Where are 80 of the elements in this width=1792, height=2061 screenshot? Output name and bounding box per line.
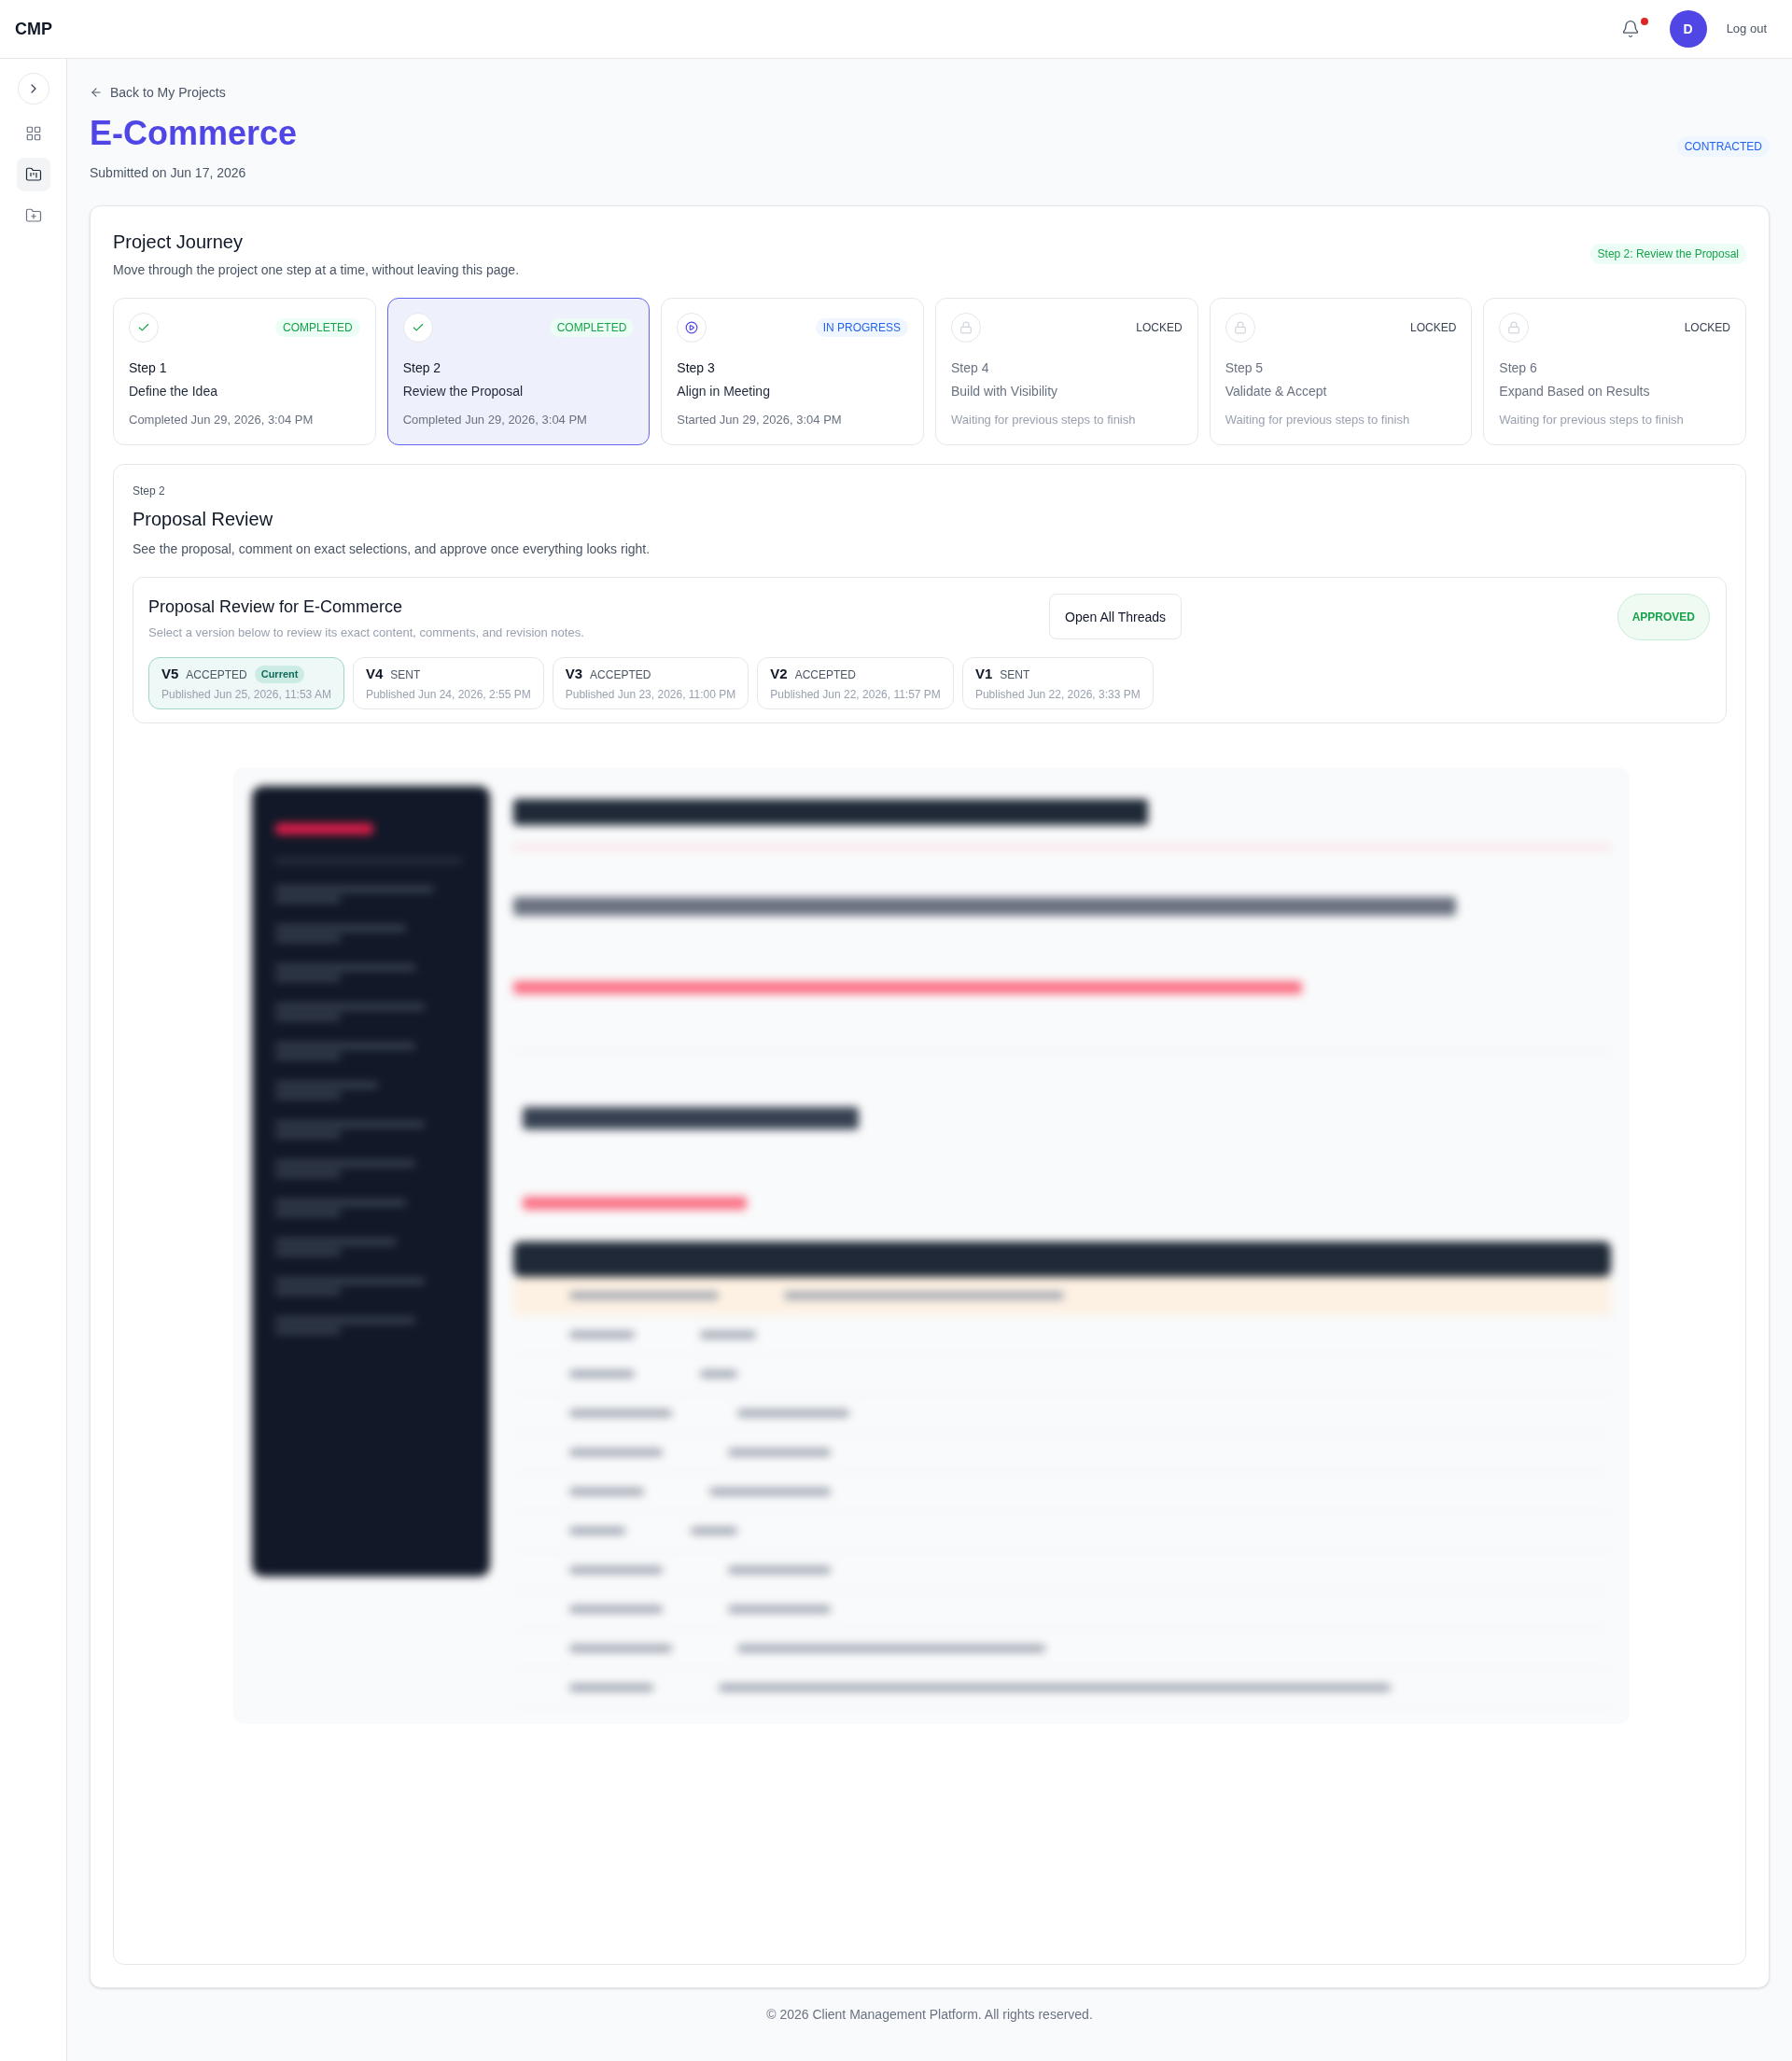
review-subtitle: Select a version below to review its exact content, comments, and revision notes.	[148, 624, 584, 641]
journey-subtitle: Move through the project one step at a time, without leaving this page.	[113, 261, 520, 279]
step-card[interactable]: COMPLETED Step 1 Define the Idea Completed Jun 29, 2026, 3:04 PM	[113, 298, 376, 445]
step-name: Align in Meeting	[677, 383, 770, 400]
status-text: LOCKED	[1136, 320, 1183, 336]
step-number: Step 3	[677, 359, 715, 377]
step-card[interactable]: LOCKED Step 5 Validate & Accept Waiting for previous steps to finish	[1209, 298, 1473, 445]
step-name: Define the Idea	[129, 383, 217, 400]
step-name: Validate & Accept	[1225, 383, 1327, 400]
version-chip[interactable]: V5 ACCEPTED Current Published Jun 25, 2026, 11:53 AM	[148, 656, 344, 709]
lock-icon	[951, 313, 981, 343]
logout-link[interactable]: Log out	[1726, 20, 1767, 38]
version-chip[interactable]: V4 SENT Published Jun 24, 2026, 2:55 PM	[352, 656, 544, 709]
status-text: LOCKED	[1409, 320, 1457, 336]
check-icon	[402, 313, 433, 343]
published-date: Published Jun 24, 2026, 2:55 PM	[365, 686, 531, 702]
lock-icon	[1499, 313, 1530, 343]
step-number: Step 1	[129, 359, 167, 377]
footer-text: © 2026 Client Management Platform. All rights reserved.	[766, 2006, 1093, 2024]
bell-icon	[1620, 20, 1640, 38]
version-chip[interactable]: V2 ACCEPTED Published Jun 22, 2026, 11:57 PM	[757, 656, 954, 709]
folder-chart-icon	[24, 166, 42, 183]
step-number: Step 4	[951, 359, 989, 377]
step-number: Step 2	[402, 359, 441, 377]
app-logo[interactable]: CMP	[15, 16, 52, 42]
open-threads-button[interactable]: Open All Threads	[1049, 594, 1182, 639]
step-name: Build with Visibility	[951, 383, 1058, 400]
step-card[interactable]: LOCKED Step 4 Build with Visibility Waiting for previous steps to finish	[935, 298, 1198, 445]
sidebar-toggle-button[interactable]	[17, 73, 49, 105]
published-date: Published Jun 23, 2026, 11:00 PM	[565, 686, 736, 702]
step-name: Expand Based on Results	[1499, 383, 1650, 400]
version-status: SENT	[1000, 666, 1030, 682]
approval-status-badge: APPROVED	[1617, 594, 1710, 640]
check-icon	[129, 313, 159, 343]
version-number: V4	[365, 665, 384, 684]
version-chip[interactable]: V3 ACCEPTED Published Jun 23, 2026, 11:00 PM	[552, 656, 749, 709]
step-note: Waiting for previous steps to finish	[1225, 412, 1410, 428]
step-card[interactable]: COMPLETED Step 2 Review the Proposal Completed Jun 29, 2026, 3:04 PM	[386, 298, 651, 445]
status-badge: COMPLETED	[274, 318, 360, 337]
step-note: Started Jun 29, 2026, 3:04 PM	[677, 412, 842, 428]
published-date: Published Jun 25, 2026, 11:53 AM	[161, 686, 331, 702]
submitted-date: Submitted on Jun 17, 2026	[90, 164, 246, 182]
sidebar-item[interactable]	[16, 158, 50, 191]
status-badge: COMPLETED	[549, 318, 635, 337]
version-number: V1	[974, 665, 993, 684]
step-note: Completed Jun 29, 2026, 3:04 PM	[129, 412, 314, 428]
published-date: Published Jun 22, 2026, 11:57 PM	[770, 686, 941, 702]
step-panel-title: Proposal Review	[133, 508, 273, 531]
version-status: ACCEPTED	[590, 666, 651, 682]
step-name: Review the Proposal	[402, 383, 524, 400]
version-status: ACCEPTED	[794, 666, 856, 682]
status-text: LOCKED	[1684, 320, 1730, 336]
current-step-badge: Step 2: Review the Proposal	[1589, 244, 1746, 264]
back-link[interactable]: Back to My Projects	[90, 83, 226, 102]
step-panel-description: See the proposal, comment on exact selections, and approve once everything looks right.	[133, 540, 651, 558]
step-eyebrow: Step 2	[133, 484, 165, 498]
step-note: Waiting for previous steps to finish	[951, 412, 1136, 428]
lock-icon	[1225, 313, 1255, 343]
step-card[interactable]: IN PROGRESS Step 3 Align in Meeting Started Jun 29, 2026, 3:04 PM	[661, 298, 924, 445]
grid-icon	[24, 125, 42, 142]
user-avatar[interactable]: D	[1669, 10, 1707, 48]
version-status: ACCEPTED	[186, 666, 247, 682]
step-note: Waiting for previous steps to finish	[1499, 412, 1684, 428]
current-badge: Current	[254, 666, 305, 683]
step-card[interactable]: LOCKED Step 6 Expand Based on Results Waiting for previous steps to finish	[1483, 298, 1746, 445]
published-date: Published Jun 22, 2026, 3:33 PM	[974, 686, 1141, 702]
project-status-badge: CONTRACTED	[1676, 136, 1770, 157]
step-number: Step 6	[1499, 359, 1537, 377]
journey-title: Project Journey	[113, 231, 243, 254]
version-status: SENT	[390, 666, 421, 682]
version-number: V3	[565, 665, 583, 684]
version-chip[interactable]: V1 SENT Published Jun 22, 2026, 3:33 PM	[961, 656, 1154, 709]
version-number: V2	[770, 665, 788, 684]
status-badge: IN PROGRESS	[815, 318, 908, 337]
project-title: E-Commerce	[90, 115, 298, 152]
step-note: Completed Jun 29, 2026, 3:04 PM	[402, 412, 587, 428]
review-title: Proposal Review for E-Commerce	[148, 596, 403, 618]
version-number: V5	[161, 665, 179, 684]
step-number: Step 5	[1225, 359, 1264, 377]
folder-plus-icon	[24, 207, 42, 224]
